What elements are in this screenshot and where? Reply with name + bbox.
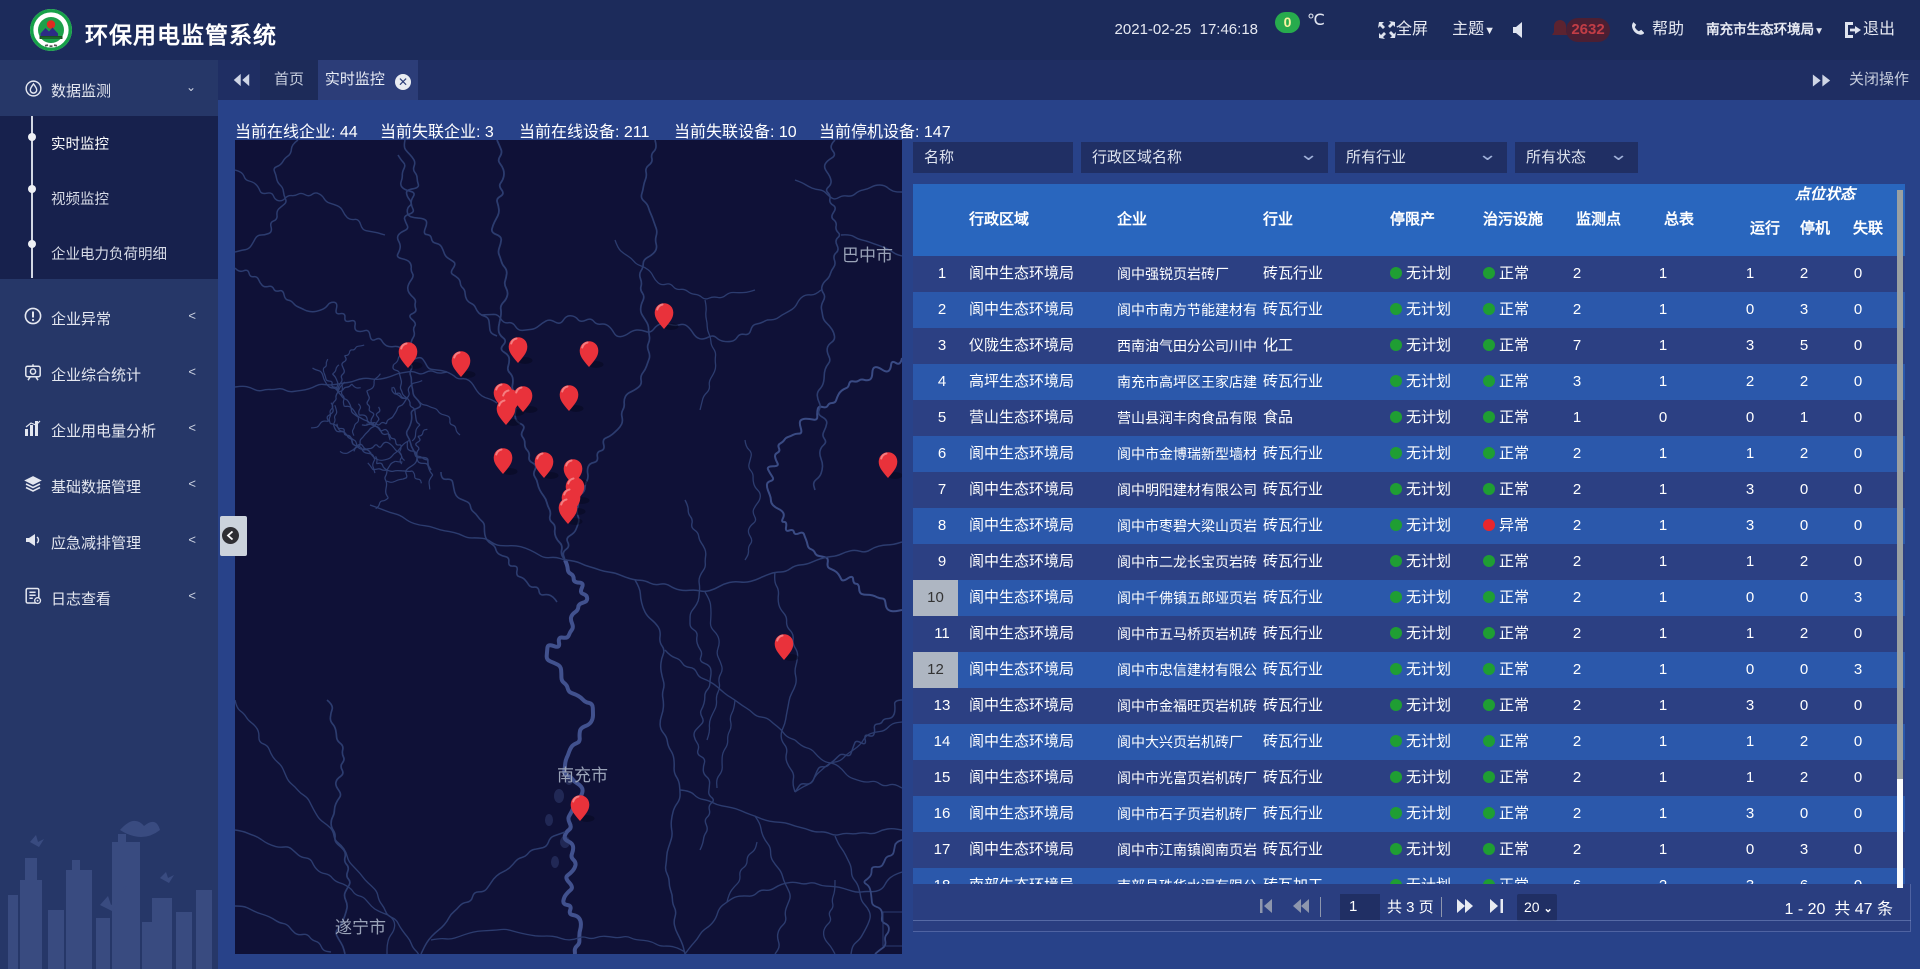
- svg-text:遂宁市: 遂宁市: [335, 918, 386, 937]
- svg-text:南充市: 南充市: [557, 766, 608, 785]
- svg-text:巴中市: 巴中市: [842, 246, 893, 265]
